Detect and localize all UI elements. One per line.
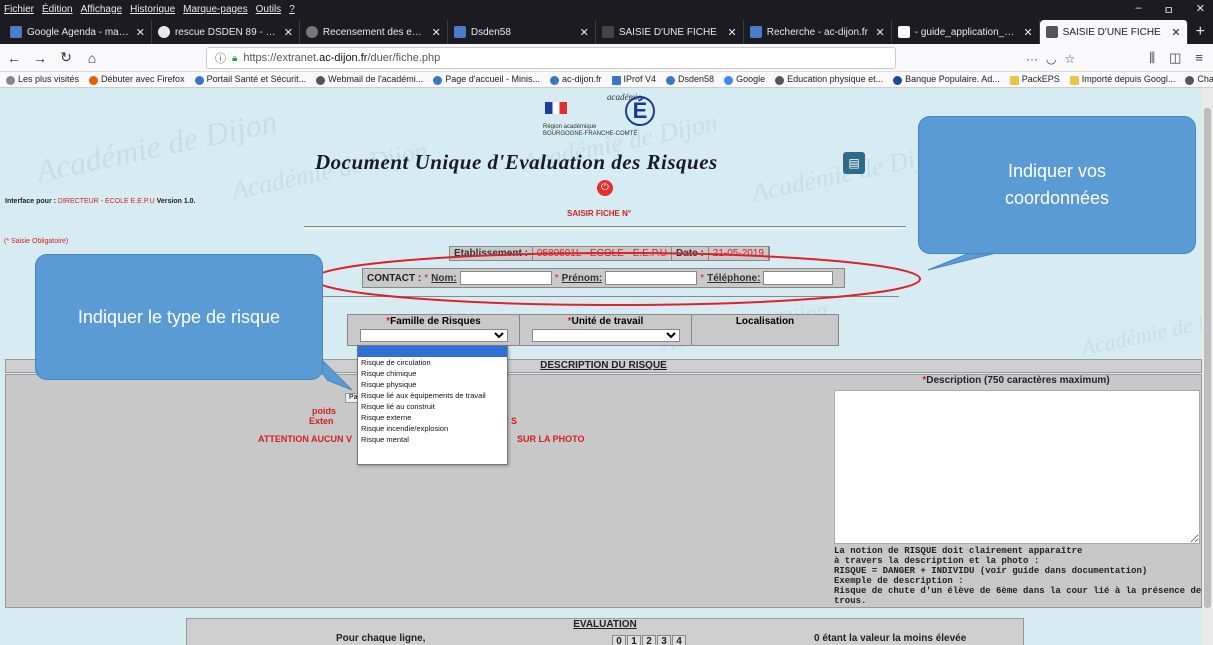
highlight-ellipse <box>313 252 921 306</box>
callout-coordonnees: Indiquer vos coordonnées <box>918 116 1196 254</box>
callout-pointer <box>927 251 1001 271</box>
callout-type-risque: Indiquer le type de risque <box>35 254 323 380</box>
